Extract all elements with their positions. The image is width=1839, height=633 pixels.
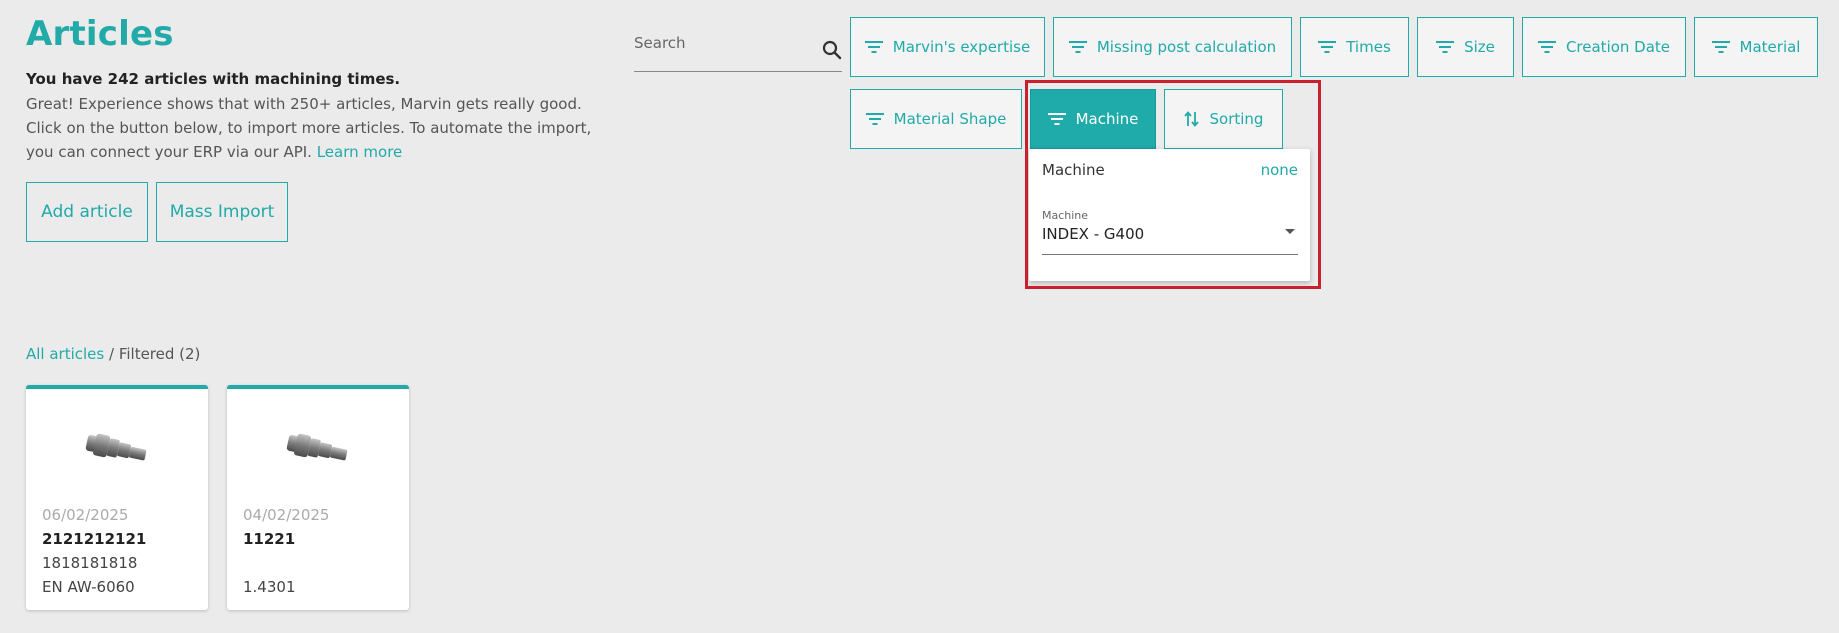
filter-icon (1436, 41, 1455, 53)
article-material: EN AW-6060 (42, 578, 135, 596)
article-number: 2121212121 (42, 530, 147, 548)
breadcrumb: All articles / Filtered (2) (26, 345, 200, 363)
article-date: 04/02/2025 (243, 506, 330, 524)
filter-material-button[interactable]: Material (1694, 17, 1818, 77)
search-field (634, 30, 842, 72)
filter-label: Material (1739, 38, 1801, 56)
learn-more-link[interactable]: Learn more (317, 143, 403, 161)
article-card[interactable]: 06/02/2025 2121212121 1818181818 EN AW-6… (26, 385, 208, 610)
filter-size-button[interactable]: Size (1417, 17, 1514, 77)
filter-material-shape-button[interactable]: Material Shape (850, 89, 1022, 149)
part-thumbnail-icon (82, 429, 154, 475)
add-article-button[interactable]: Add article (26, 182, 148, 242)
caret-down-icon (1284, 221, 1296, 240)
filter-icon (1047, 113, 1066, 125)
filter-icon (864, 41, 883, 53)
article-material: 1.4301 (243, 578, 296, 596)
article-number: 11221 (243, 530, 296, 548)
breadcrumb-current: Filtered (2) (118, 345, 201, 363)
filter-label: Machine (1075, 110, 1139, 128)
article-count-text: You have 242 articles with machining tim… (26, 70, 401, 88)
filter-label: Size (1464, 38, 1495, 56)
filter-icon (1711, 41, 1730, 53)
page-title: Articles (26, 14, 174, 54)
clear-filter-link[interactable]: none (1261, 161, 1298, 179)
filter-icon (865, 113, 884, 125)
filter-icon (1068, 41, 1087, 53)
sorting-label: Sorting (1209, 110, 1264, 128)
mass-import-button[interactable]: Mass Import (156, 182, 288, 242)
filter-times-button[interactable]: Times (1300, 17, 1409, 77)
article-card[interactable]: 04/02/2025 11221 1.4301 (227, 385, 409, 610)
search-icon[interactable] (822, 40, 842, 64)
machine-filter-dropdown: Machine none Machine INDEX - G400 (1029, 149, 1310, 281)
filter-creation-date-button[interactable]: Creation Date (1522, 17, 1686, 77)
article-drawing-number: 1818181818 (42, 554, 138, 572)
sorting-button[interactable]: Sorting (1164, 89, 1283, 149)
filter-label: Creation Date (1565, 38, 1671, 56)
breadcrumb-all-articles[interactable]: All articles (26, 345, 104, 363)
intro-text: Great! Experience shows that with 250+ a… (26, 92, 606, 164)
dropdown-title: Machine (1042, 161, 1105, 179)
filter-machine-button[interactable]: Machine (1030, 89, 1156, 149)
filter-icon (1318, 41, 1337, 53)
sort-icon (1183, 111, 1199, 127)
filter-icon (1537, 41, 1556, 53)
filter-marvins-expertise-button[interactable]: Marvin's expertise (850, 17, 1045, 77)
search-input[interactable] (634, 30, 814, 52)
breadcrumb-separator: / (104, 345, 119, 363)
machine-select-label: Machine (1042, 209, 1089, 222)
filter-missing-post-calculation-button[interactable]: Missing post calculation (1053, 17, 1292, 77)
part-thumbnail-icon (283, 429, 355, 475)
machine-select[interactable]: Machine INDEX - G400 (1042, 209, 1298, 255)
filter-label: Marvin's expertise (892, 38, 1031, 56)
intro-paragraph: Great! Experience shows that with 250+ a… (26, 95, 592, 161)
filter-label: Missing post calculation (1096, 38, 1277, 56)
filter-label: Times (1346, 38, 1391, 56)
article-date: 06/02/2025 (42, 506, 129, 524)
machine-select-value: INDEX - G400 (1042, 225, 1145, 243)
filter-label: Material Shape (893, 110, 1007, 128)
